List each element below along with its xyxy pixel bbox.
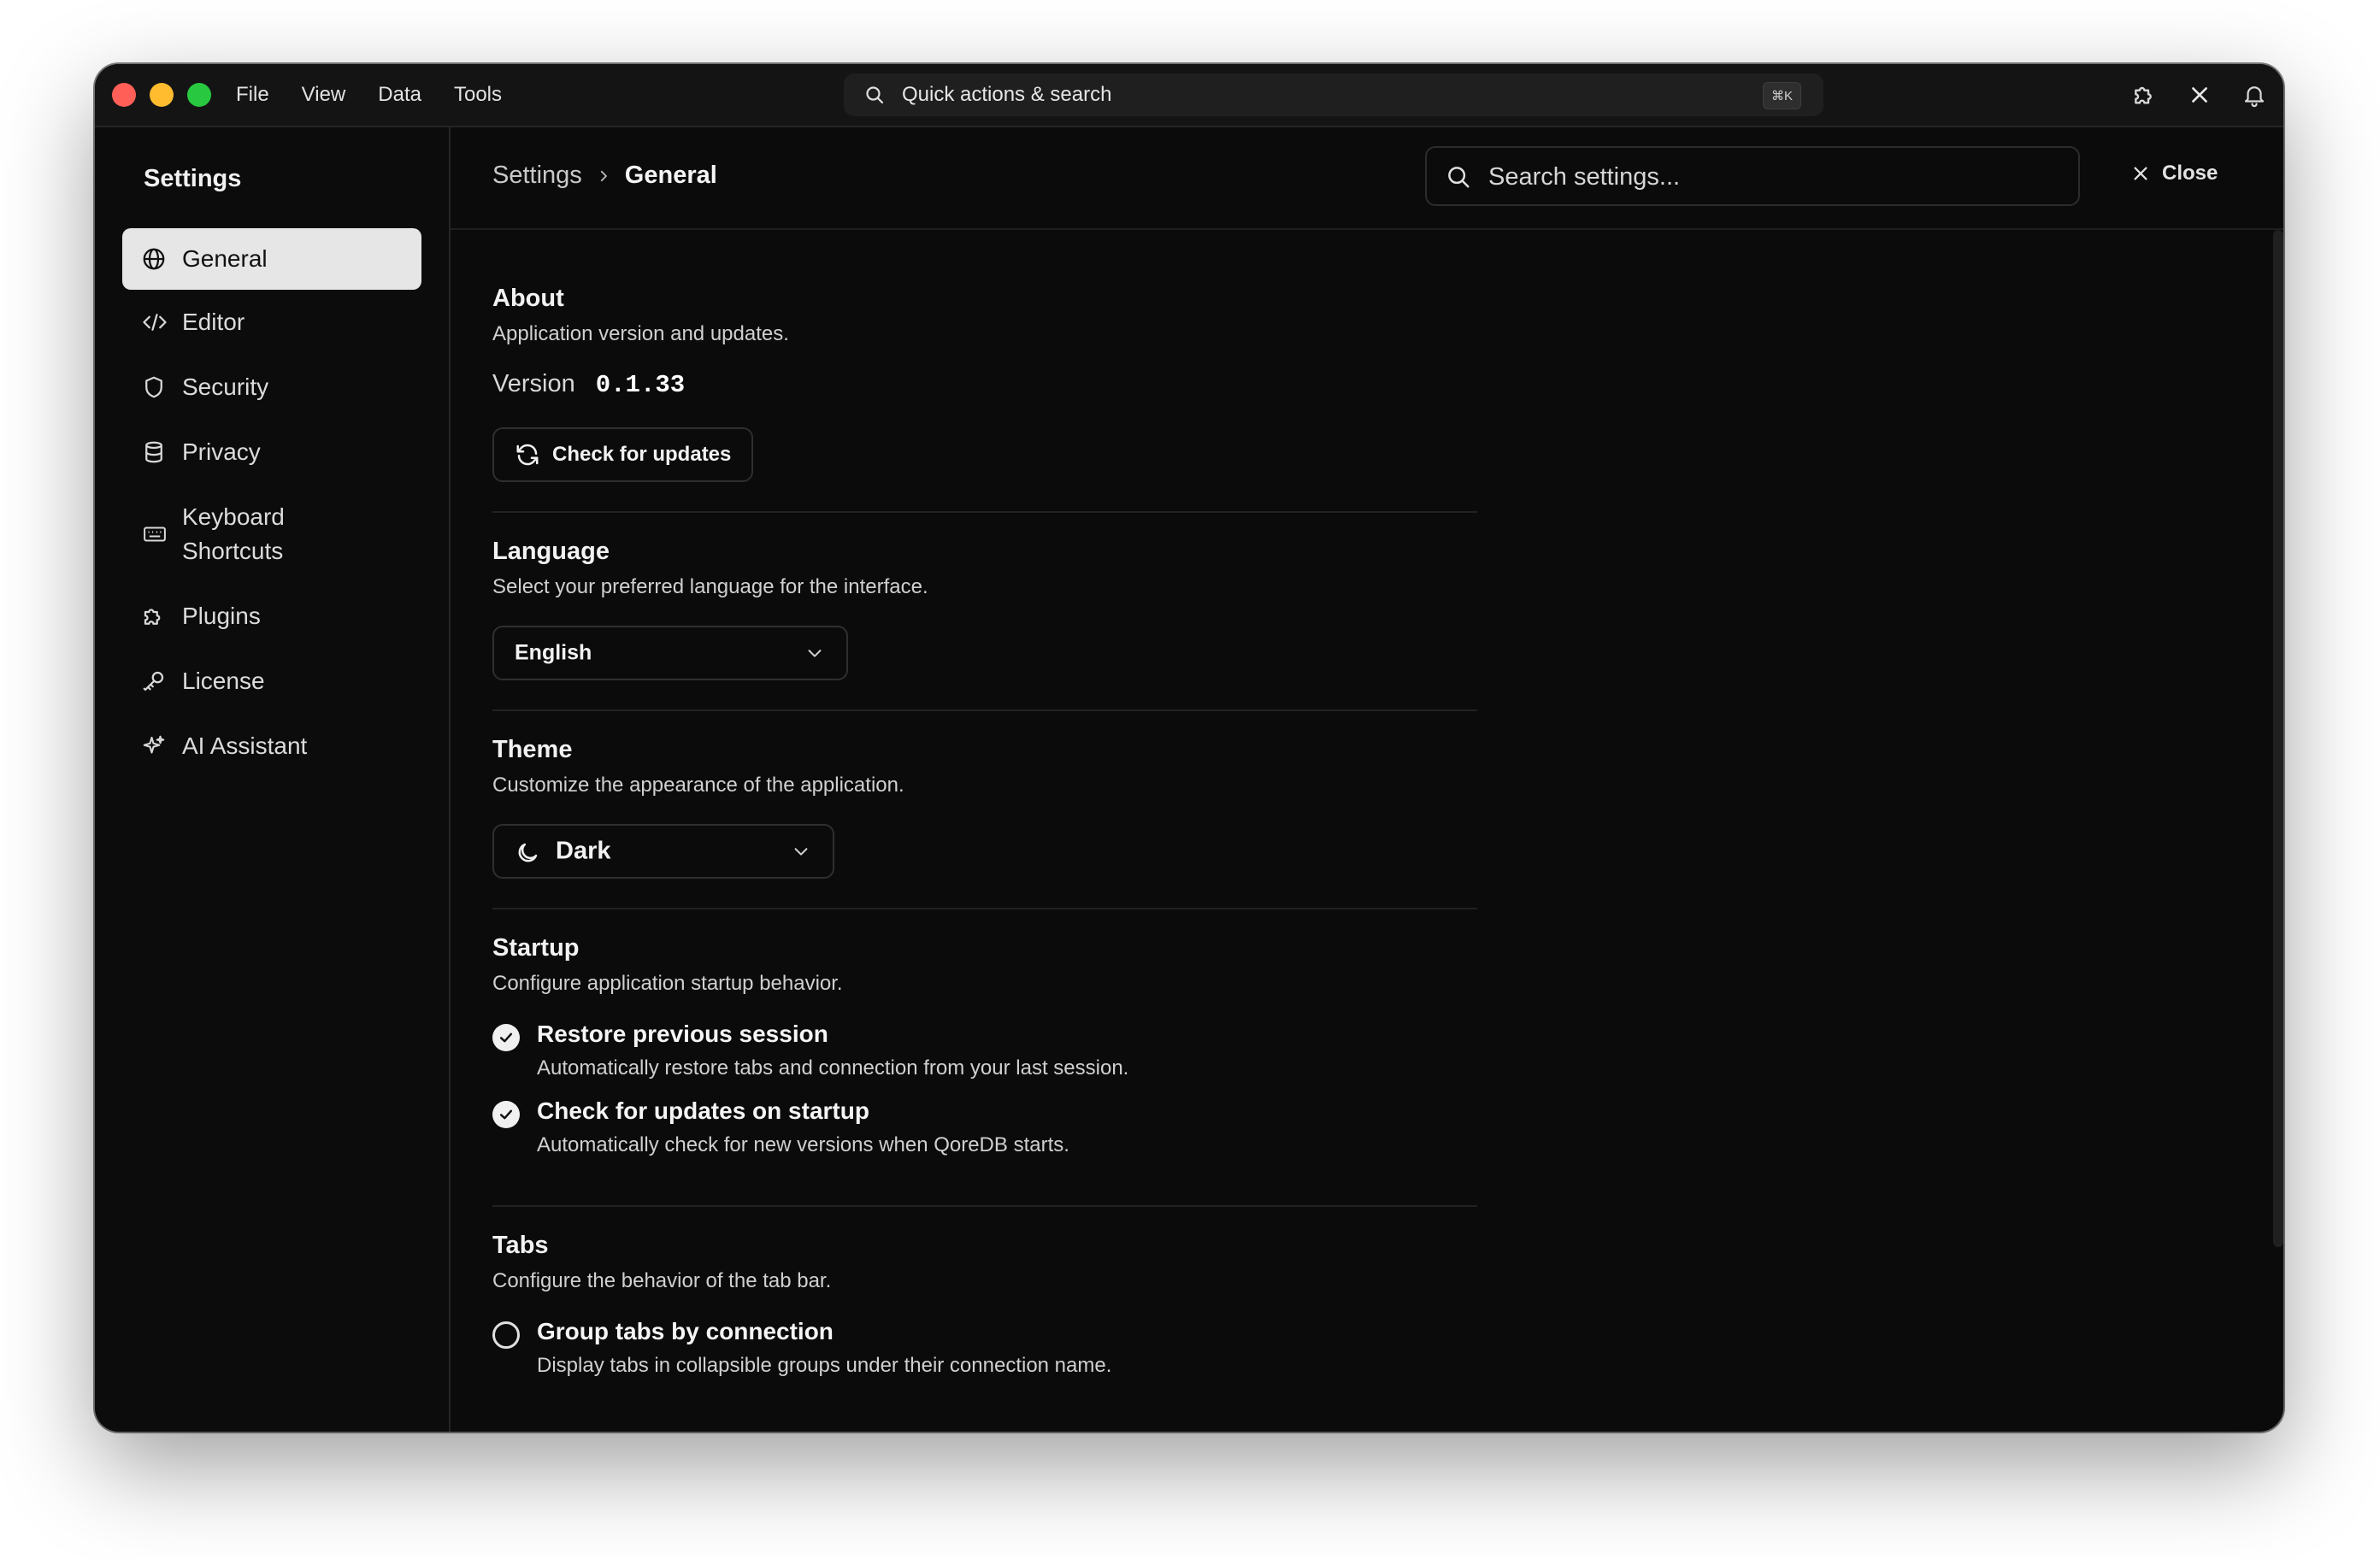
check-updates-startup-checkbox[interactable] — [492, 1101, 520, 1128]
sidebar-item-label: General — [182, 245, 268, 272]
sidebar-title: Settings — [144, 165, 242, 192]
language-select[interactable]: English — [492, 626, 848, 680]
sidebar-item-ai-assistant[interactable]: AI Assistant — [122, 714, 421, 779]
check-icon — [499, 1109, 513, 1120]
option-label: Check for updates on startup — [537, 1097, 869, 1124]
globe-icon — [141, 246, 167, 272]
check-for-updates-label: Check for updates — [552, 443, 732, 466]
keyboard-icon — [141, 521, 168, 547]
section-divider — [492, 709, 1477, 711]
theme-select[interactable]: Dark — [492, 824, 834, 879]
option-label: Group tabs by connection — [537, 1318, 834, 1344]
settings-search[interactable] — [1425, 146, 2080, 206]
section-divider — [492, 1205, 1477, 1207]
section-title: About — [492, 285, 564, 312]
sidebar-item-security[interactable]: Security — [122, 355, 421, 420]
menu-file[interactable]: File — [236, 83, 269, 107]
sidebar-item-license[interactable]: License — [122, 649, 421, 714]
section-description: Customize the appearance of the applicat… — [492, 774, 904, 797]
section-title: Language — [492, 538, 610, 565]
version-row: Version 0.1.33 — [492, 370, 685, 399]
menu-view[interactable]: View — [302, 83, 346, 107]
code-icon — [141, 309, 168, 335]
chevron-right-icon — [596, 168, 611, 184]
language-value: English — [515, 640, 592, 665]
sidebar-item-label: AI Assistant — [182, 732, 308, 759]
sidebar-item-label: Plugins — [182, 603, 261, 629]
sidebar-item-label: License — [182, 668, 265, 694]
sidebar-item-editor[interactable]: Editor — [122, 290, 421, 355]
sidebar-item-keyboard-shortcuts[interactable]: Keyboard Shortcuts — [122, 485, 421, 584]
quick-search-label: Quick actions & search — [902, 83, 1112, 106]
refresh-icon — [515, 442, 540, 468]
title-bar: File View Data Tools Quick actions & sea… — [95, 64, 2283, 127]
option-description: Automatically restore tabs and connectio… — [537, 1056, 1129, 1080]
menu-tools[interactable]: Tools — [454, 83, 502, 107]
option-label: Restore previous session — [537, 1021, 828, 1047]
sidebar-item-general[interactable]: General — [122, 228, 421, 290]
close-icon — [2134, 167, 2147, 180]
settings-nav: General Editor Security Privacy Keyboard… — [122, 228, 421, 779]
settings-search-input[interactable] — [1487, 158, 2054, 196]
sidebar-item-privacy[interactable]: Privacy — [122, 420, 421, 485]
window-zoom-button[interactable] — [187, 83, 211, 107]
bell-icon[interactable] — [2239, 79, 2270, 110]
sidebar-item-plugins[interactable]: Plugins — [122, 584, 421, 649]
section-title: Tabs — [492, 1232, 549, 1259]
option-description: Display tabs in collapsible groups under… — [537, 1354, 1112, 1377]
sidebar-item-label: Security — [182, 374, 269, 400]
close-icon[interactable] — [2184, 79, 2215, 110]
section-divider — [492, 908, 1477, 909]
section-title: Theme — [492, 736, 573, 763]
check-icon — [499, 1032, 513, 1043]
restore-session-checkbox[interactable] — [492, 1024, 520, 1051]
shield-icon — [141, 374, 167, 400]
search-icon — [1446, 164, 1471, 194]
breadcrumb-current: General — [624, 162, 717, 189]
menu-bar: File View Data Tools — [236, 64, 502, 126]
section-description: Configure the behavior of the tab bar. — [492, 1269, 832, 1292]
window-close-button[interactable] — [112, 83, 136, 107]
puzzle-icon[interactable] — [2130, 79, 2160, 110]
app-window: File View Data Tools Quick actions & sea… — [95, 64, 2283, 1432]
moon-icon — [515, 840, 540, 866]
section-divider — [492, 511, 1477, 513]
settings-sidebar: Settings General Editor Security Privacy… — [95, 127, 451, 1432]
group-tabs-checkbox[interactable] — [492, 1321, 520, 1349]
chevron-down-icon — [792, 842, 810, 861]
sidebar-item-label: Keyboard Shortcuts — [182, 503, 285, 564]
check-for-updates-button[interactable]: Check for updates — [492, 427, 754, 482]
theme-value: Dark — [556, 837, 611, 865]
chevron-down-icon — [805, 644, 824, 662]
section-title: Startup — [492, 934, 580, 962]
database-icon — [141, 439, 167, 465]
sidebar-item-label: Editor — [182, 309, 245, 335]
settings-header: Settings General Close — [451, 127, 2283, 230]
shortcut-badge: ⌘K — [1762, 82, 1801, 109]
content-scrollbar[interactable] — [2273, 230, 2283, 1247]
section-description: Application version and updates. — [492, 322, 789, 345]
version-value: 0.1.33 — [595, 371, 686, 399]
section-description: Configure application startup behavior. — [492, 972, 843, 995]
breadcrumb-settings[interactable]: Settings — [492, 162, 582, 190]
search-icon — [864, 85, 885, 109]
key-icon — [141, 668, 167, 694]
close-settings-button[interactable]: Close — [2131, 162, 2218, 185]
quick-actions-search[interactable]: Quick actions & search ⌘K — [844, 74, 1823, 116]
version-label: Version — [492, 370, 575, 397]
menu-data[interactable]: Data — [378, 83, 421, 107]
breadcrumb: Settings General — [492, 162, 717, 190]
option-description: Automatically check for new versions whe… — [537, 1133, 1069, 1156]
sparkles-icon — [141, 733, 167, 759]
puzzle-icon — [141, 603, 167, 629]
section-description: Select your preferred language for the i… — [492, 575, 928, 598]
sidebar-item-label: Privacy — [182, 438, 261, 465]
close-label: Close — [2162, 162, 2218, 185]
window-minimize-button[interactable] — [150, 83, 174, 107]
